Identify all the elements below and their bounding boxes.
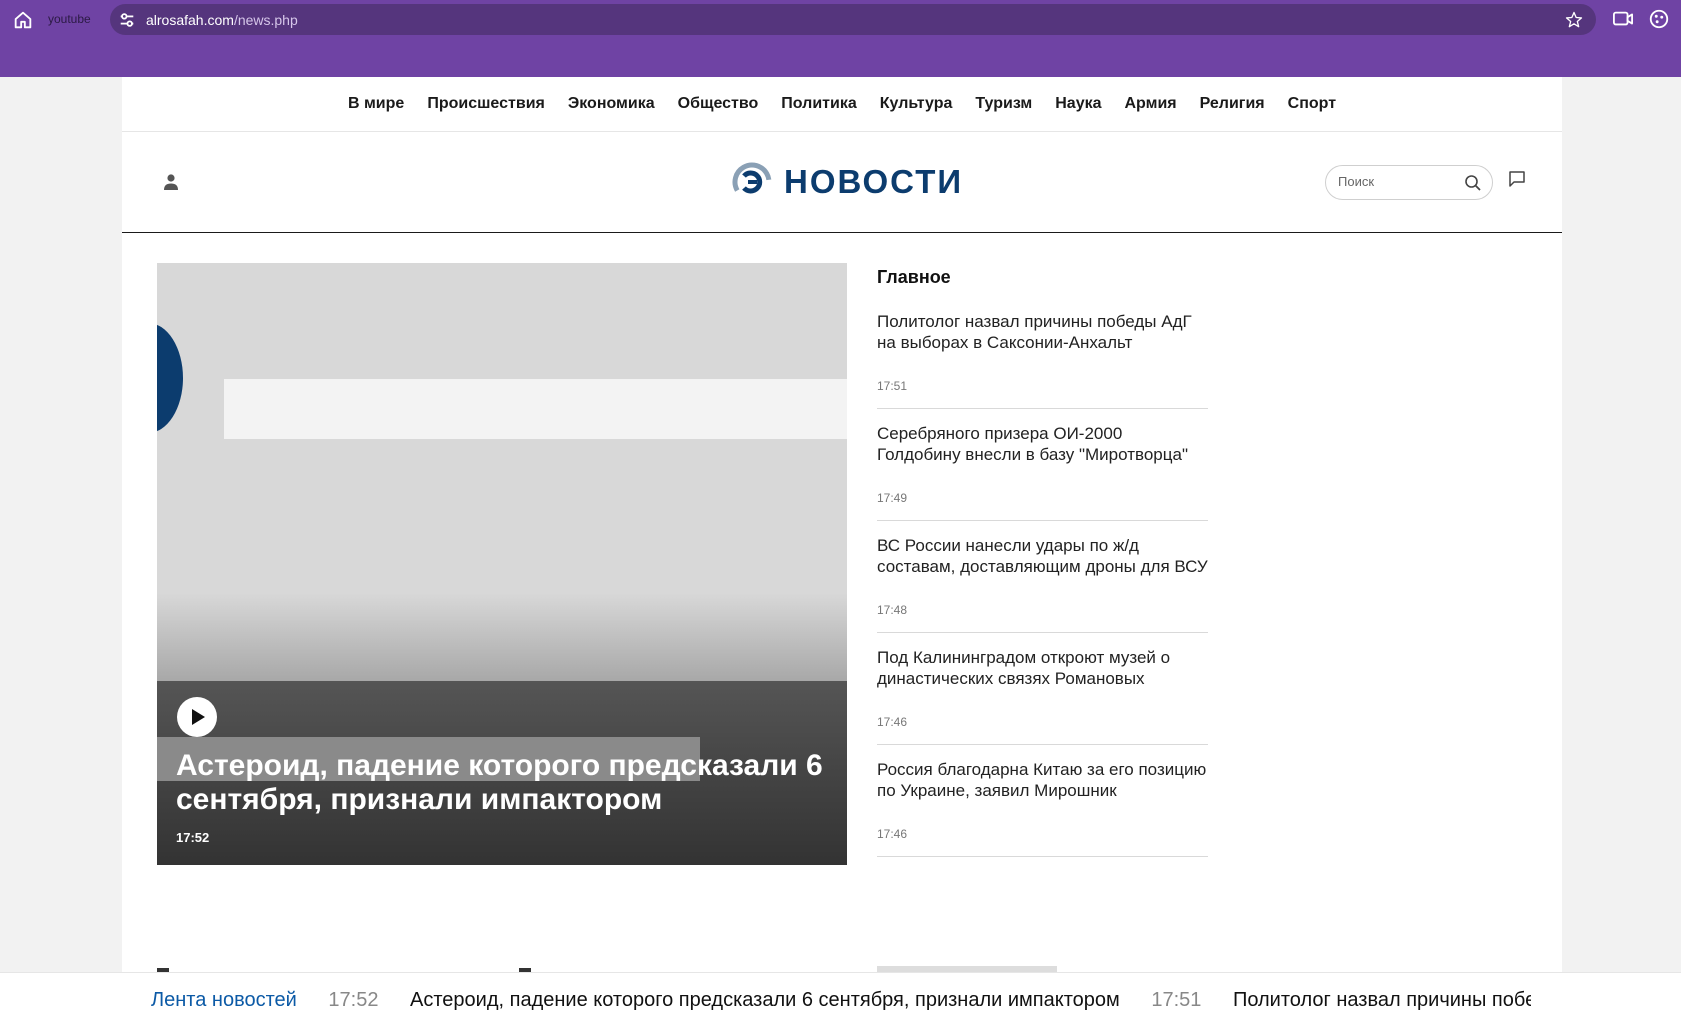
news-ticker: Лента новостей 17:52 Астероид, падение к… xyxy=(0,972,1681,1027)
nav-item-world[interactable]: В мире xyxy=(348,95,404,113)
nav-item-incidents[interactable]: Происшествия xyxy=(427,95,545,113)
ticker-time: 17:51 xyxy=(1151,989,1202,1011)
url-domain: alrosafah.com xyxy=(146,12,234,28)
site-info-icon[interactable] xyxy=(118,11,136,29)
extensions-icon[interactable] xyxy=(1648,8,1670,30)
hero-image-gradient xyxy=(157,593,847,683)
news-time: 17:49 xyxy=(877,491,908,505)
news-title[interactable]: Под Калининградом откроют музей о династ… xyxy=(877,647,1208,689)
site-header: НОВОСТИ xyxy=(122,132,1562,233)
browser-toolbar: youtube alrosafah.com/news.php xyxy=(0,0,1681,77)
logo-mark-icon xyxy=(732,162,772,202)
ticker-track: Лента новостей 17:52 Астероид, падение к… xyxy=(151,973,1531,1027)
nav-item-tourism[interactable]: Туризм xyxy=(975,95,1032,113)
comment-icon[interactable] xyxy=(1508,170,1526,188)
news-item[interactable]: Политолог назвал причины победы АдГ на в… xyxy=(877,311,1208,409)
tab-label[interactable]: youtube xyxy=(48,12,91,26)
news-item[interactable]: Под Калининградом откроют музей о династ… xyxy=(877,647,1208,745)
search-box[interactable] xyxy=(1325,165,1493,200)
nav-item-sport[interactable]: Спорт xyxy=(1288,95,1336,113)
ticker-headline[interactable]: Политолог назвал причины победы АдГ на в… xyxy=(1233,989,1531,1011)
logo-text: НОВОСТИ xyxy=(784,163,964,200)
news-title[interactable]: Политолог назвал причины победы АдГ на в… xyxy=(877,311,1208,353)
news-item[interactable]: Россия благодарна Китаю за его позицию п… xyxy=(877,759,1208,857)
nav-item-army[interactable]: Армия xyxy=(1125,95,1177,113)
hero-image-shape xyxy=(157,323,183,433)
ticker-time: 17:52 xyxy=(328,989,379,1011)
site-logo[interactable]: НОВОСТИ xyxy=(732,162,963,202)
nav-item-society[interactable]: Общество xyxy=(678,95,759,113)
news-title[interactable]: Россия благодарна Китаю за его позицию п… xyxy=(877,759,1208,801)
news-time: 17:46 xyxy=(877,827,908,841)
nav-item-economy[interactable]: Экономика xyxy=(568,95,655,113)
hero-time: 17:52 xyxy=(176,830,210,845)
ticker-headline[interactable]: Астероид, падение которого предсказали 6… xyxy=(410,989,1120,1011)
news-item[interactable]: ВС России нанесли удары по ж/д составам,… xyxy=(877,535,1208,633)
news-time: 17:51 xyxy=(877,379,908,393)
user-icon[interactable] xyxy=(162,173,180,191)
search-icon[interactable] xyxy=(1464,174,1482,192)
news-time: 17:48 xyxy=(877,603,908,617)
nav-item-science[interactable]: Наука xyxy=(1055,95,1101,113)
category-nav: В мире Происшествия Экономика Общество П… xyxy=(122,77,1562,132)
news-title[interactable]: ВС России нанесли удары по ж/д составам,… xyxy=(877,535,1208,577)
address-bar[interactable]: alrosafah.com/news.php xyxy=(110,4,1596,35)
hero-image-bar xyxy=(224,379,847,439)
main-heading: Главное xyxy=(877,267,951,287)
play-icon[interactable] xyxy=(177,697,217,737)
news-title[interactable]: Серебряного призера ОИ-2000 Голдобину вн… xyxy=(877,423,1208,465)
nav-item-culture[interactable]: Культура xyxy=(880,95,953,113)
search-input[interactable] xyxy=(1338,174,1458,189)
cast-icon[interactable] xyxy=(1612,9,1634,29)
home-icon[interactable] xyxy=(12,9,34,31)
url-text[interactable]: alrosafah.com/news.php xyxy=(146,12,298,28)
bookmark-star-icon[interactable] xyxy=(1564,10,1584,30)
main-news-list: Главное Политолог назвал причины победы … xyxy=(877,263,1208,871)
hero-article[interactable]: Астероид, падение которого предсказали 6… xyxy=(157,263,847,865)
ticker-label[interactable]: Лента новостей xyxy=(151,989,297,1011)
hero-title[interactable]: Астероид, падение которого предсказали 6… xyxy=(176,749,826,817)
nav-item-religion[interactable]: Религия xyxy=(1200,95,1265,113)
url-path: /news.php xyxy=(233,12,298,28)
page-content: В мире Происшествия Экономика Общество П… xyxy=(122,77,1562,972)
nav-item-politics[interactable]: Политика xyxy=(781,95,856,113)
news-time: 17:46 xyxy=(877,715,908,729)
news-item[interactable]: Серебряного призера ОИ-2000 Голдобину вн… xyxy=(877,423,1208,521)
